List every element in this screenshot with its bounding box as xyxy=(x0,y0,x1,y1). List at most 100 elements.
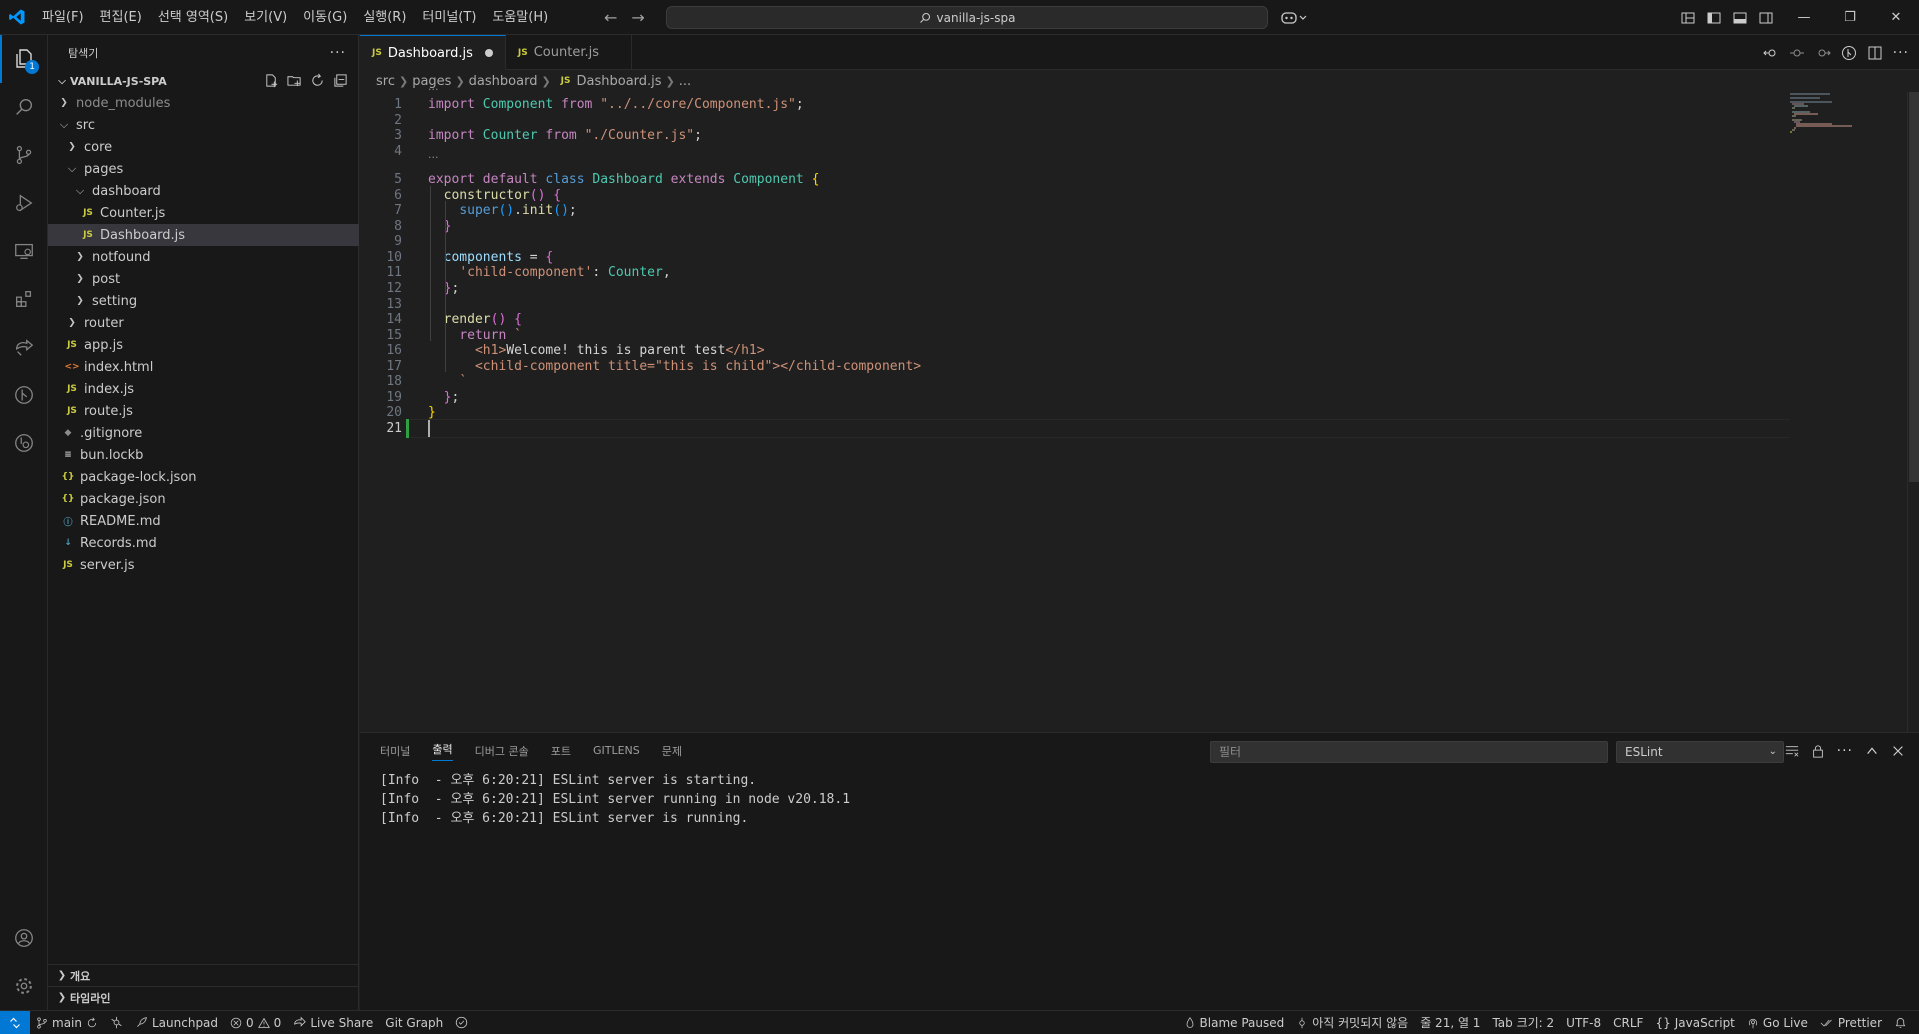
tree-file[interactable]: JS route.js xyxy=(48,400,359,422)
minimap[interactable] xyxy=(1790,92,1910,732)
more-actions-icon[interactable]: ··· xyxy=(330,45,346,61)
tree-folder[interactable]: ⌵ pages xyxy=(48,158,359,180)
scrollbar-thumb[interactable] xyxy=(1909,92,1919,482)
tree-folder[interactable]: ❯ setting xyxy=(48,290,359,312)
panel-tab[interactable]: 디버그 콘솔 xyxy=(475,743,529,759)
tree-file[interactable]: JS server.js xyxy=(48,554,359,576)
commit-status[interactable]: 아직 커밋되지 않음 xyxy=(1290,1014,1414,1031)
open-changes-icon[interactable] xyxy=(1762,45,1779,61)
menu-item[interactable]: 파일(F) xyxy=(34,0,92,35)
notifications-bell-icon[interactable] xyxy=(1888,1016,1913,1029)
prettier-status[interactable]: Prettier xyxy=(1814,1016,1888,1030)
tree-file[interactable]: ≡ bun.lockb xyxy=(48,444,359,466)
branch-status[interactable]: main xyxy=(30,1016,104,1030)
tab-size[interactable]: Tab 크기: 2 xyxy=(1486,1014,1560,1031)
language-mode[interactable]: {} JavaScript xyxy=(1649,1016,1740,1030)
menu-item[interactable]: 이동(G) xyxy=(295,0,355,35)
new-file-icon[interactable] xyxy=(264,73,279,88)
tree-folder[interactable]: ❯ post xyxy=(48,268,359,290)
gitlens-status-icon[interactable] xyxy=(104,1016,129,1029)
panel-tab[interactable]: 터미널 xyxy=(380,743,410,759)
tree-file[interactable]: {} package-lock.json xyxy=(48,466,359,488)
command-center-search[interactable]: vanilla-js-spa xyxy=(666,6,1268,29)
tree-folder[interactable]: ❯ node_modules xyxy=(48,92,359,114)
gitlens-icon[interactable] xyxy=(0,371,48,419)
tree-file[interactable]: JS app.js xyxy=(48,334,359,356)
tree-file[interactable]: ↓ Records.md xyxy=(48,532,359,554)
panel-tab[interactable]: 문제 xyxy=(662,743,682,759)
code-line[interactable]: 4 xyxy=(360,142,1790,161)
customize-layout-icon[interactable] xyxy=(1680,10,1696,26)
refresh-icon[interactable] xyxy=(310,73,325,88)
forward-arrow-icon[interactable]: → xyxy=(631,8,644,27)
codelens[interactable]: ... xyxy=(428,80,439,93)
blame-status[interactable]: Blame Paused xyxy=(1178,1016,1291,1030)
tree-file[interactable]: <> index.html xyxy=(48,356,359,378)
lock-scroll-icon[interactable] xyxy=(1811,744,1825,758)
manage-gear-icon[interactable] xyxy=(0,962,48,1010)
split-editor-icon[interactable] xyxy=(1867,45,1883,61)
menu-item[interactable]: 실행(R) xyxy=(355,0,414,35)
problems-status[interactable]: 0 0 xyxy=(224,1016,287,1030)
remote-indicator-icon[interactable] xyxy=(0,1011,30,1034)
restore-icon[interactable]: ❐ xyxy=(1827,0,1873,35)
collapse-all-icon[interactable] xyxy=(333,73,348,88)
gitlens-inspect-icon[interactable] xyxy=(0,419,48,467)
back-arrow-icon[interactable]: ← xyxy=(604,8,617,27)
timeline-section[interactable]: ❯ 타임라인 xyxy=(48,986,359,1008)
tree-file[interactable]: ⓘ README.md xyxy=(48,510,359,532)
maximize-panel-icon[interactable] xyxy=(1865,744,1879,758)
more-actions-icon[interactable]: ··· xyxy=(1893,45,1909,61)
encoding[interactable]: UTF-8 xyxy=(1560,1016,1607,1030)
cursor-position[interactable]: 줄 21, 열 1 xyxy=(1414,1014,1486,1031)
tab-dashboard-js[interactable]: JS Dashboard.js xyxy=(360,35,506,70)
new-folder-icon[interactable] xyxy=(287,73,302,88)
eol[interactable]: CRLF xyxy=(1607,1016,1649,1030)
launchpad-status[interactable]: Launchpad xyxy=(129,1016,224,1030)
toggle-primary-sidebar-icon[interactable] xyxy=(1706,10,1722,26)
copilot-icon[interactable] xyxy=(1280,0,1308,35)
explorer-icon[interactable]: 1 xyxy=(0,35,48,83)
output-filter-input[interactable]: 필터 xyxy=(1210,741,1608,763)
next-change-icon[interactable] xyxy=(1815,45,1831,61)
live-share-status[interactable]: Live Share xyxy=(287,1016,379,1030)
copilot-status-icon[interactable] xyxy=(449,1016,474,1029)
tree-file[interactable]: JS index.js xyxy=(48,378,359,400)
live-share-icon[interactable] xyxy=(0,323,48,371)
tree-folder[interactable]: ⌵ dashboard xyxy=(48,180,359,202)
panel-tab[interactable]: 포트 xyxy=(551,743,571,759)
gitlens-compare-icon[interactable] xyxy=(1841,45,1857,61)
toggle-panel-icon[interactable] xyxy=(1732,10,1748,26)
go-live-status[interactable]: Go Live xyxy=(1741,1016,1814,1030)
code-editor[interactable]: ...... 1 import Component from "../../core… xyxy=(360,80,1790,732)
menu-item[interactable]: 도움말(H) xyxy=(484,0,556,35)
tree-file[interactable]: {} package.json xyxy=(48,488,359,510)
breadcrumb-item[interactable]: src xyxy=(376,74,395,89)
menu-item[interactable]: 선택 영역(S) xyxy=(150,0,236,35)
tree-folder[interactable]: ❯ router xyxy=(48,312,359,334)
extensions-icon[interactable] xyxy=(0,275,48,323)
outline-section[interactable]: ❯ 개요 xyxy=(48,964,359,986)
run-debug-icon[interactable] xyxy=(0,179,48,227)
tab-counter-js[interactable]: JS Counter.js xyxy=(506,35,633,70)
breadcrumb-item[interactable]: dashboard xyxy=(469,74,538,89)
tree-folder[interactable]: ⌵ src xyxy=(48,114,359,136)
code-line[interactable]: 21 xyxy=(360,419,1790,438)
close-panel-icon[interactable] xyxy=(1891,744,1905,758)
close-icon[interactable]: ✕ xyxy=(1873,0,1919,35)
breadcrumb-item[interactable]: Dashboard.js xyxy=(577,74,662,89)
menu-item[interactable]: 보기(V) xyxy=(236,0,295,35)
unsaved-dot-icon[interactable] xyxy=(484,49,493,57)
accounts-icon[interactable] xyxy=(0,914,48,962)
editor-scrollbar[interactable] xyxy=(1907,92,1919,732)
tree-file[interactable]: JS Counter.js xyxy=(48,202,359,224)
git-graph-status[interactable]: Git Graph xyxy=(379,1016,449,1030)
sync-icon[interactable] xyxy=(86,1017,98,1029)
project-header[interactable]: ⌵ VANILLA-JS-SPA xyxy=(48,70,358,92)
panel-tab[interactable]: 출력 xyxy=(432,741,453,761)
source-control-icon[interactable] xyxy=(0,131,48,179)
breadcrumb-item[interactable]: ... xyxy=(679,74,691,89)
minimize-icon[interactable]: — xyxy=(1781,0,1827,35)
output-channel-select[interactable]: ESLint ⌄ xyxy=(1616,741,1784,763)
toggle-secondary-sidebar-icon[interactable] xyxy=(1758,10,1774,26)
